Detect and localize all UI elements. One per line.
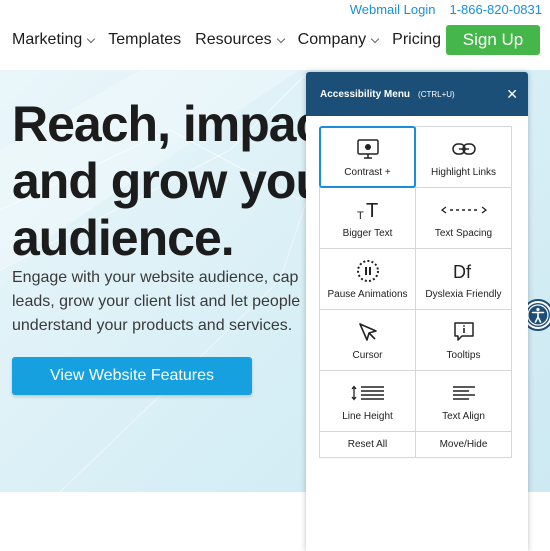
tile-pause-animations[interactable]: Pause Animations (319, 248, 416, 310)
main-nav: Marketing Templates Resources Company Pr… (12, 25, 545, 55)
cursor-icon (358, 322, 377, 341)
hero-headline: Reach, impac and grow you audience. (12, 96, 326, 267)
pause-icon (356, 259, 379, 282)
webmail-login-link[interactable]: Webmail Login (350, 2, 436, 17)
close-icon[interactable]: ✕ (506, 86, 518, 103)
tile-label: Text Align (442, 410, 485, 422)
accessibility-options-grid: Contrast + Highlight Links TT Bigger Tex… (319, 126, 512, 458)
accessibility-panel: Accessibility Menu (CTRL+U) ✕ Contrast +… (306, 72, 528, 551)
hero-subcopy: Engage with your website audience, cap l… (12, 266, 352, 338)
move-hide-button[interactable]: Move/Hide (415, 431, 512, 458)
text-spacing-icon (440, 205, 487, 214)
svg-text:T: T (366, 200, 378, 221)
tile-tooltips[interactable]: Tooltips (415, 309, 512, 371)
tile-label: Cursor (352, 349, 383, 361)
panel-title: Accessibility Menu (320, 88, 411, 100)
tile-text-spacing[interactable]: Text Spacing (415, 187, 512, 249)
nav-item-marketing[interactable]: Marketing (12, 31, 96, 49)
tile-label: Text Spacing (434, 227, 493, 239)
nav-label: Company (297, 31, 367, 48)
accessibility-panel-header: Accessibility Menu (CTRL+U) ✕ (306, 72, 528, 116)
tile-label: Tooltips (446, 349, 481, 361)
tile-bigger-text[interactable]: TT Bigger Text (319, 187, 416, 249)
svg-text:T: T (357, 210, 364, 221)
tile-label: Line Height (342, 410, 393, 422)
text-size-icon: TT (357, 200, 378, 221)
panel-shortcut: (CTRL+U) (418, 89, 455, 99)
link-icon (451, 142, 476, 155)
nav-item-company[interactable]: Company (297, 31, 380, 49)
nav-label: Marketing (12, 31, 83, 48)
headline-line: and grow you (12, 153, 326, 209)
tile-dyslexia-friendly[interactable]: Df Dyslexia Friendly (415, 248, 512, 310)
svg-text:Df: Df (453, 262, 472, 282)
headline-line: Reach, impac (12, 96, 323, 152)
tile-cursor[interactable]: Cursor (319, 309, 416, 371)
subcopy-line: leads, grow your client list and let peo… (12, 293, 301, 310)
tile-highlight-links[interactable]: Highlight Links (415, 126, 512, 188)
tile-label: Highlight Links (430, 166, 497, 178)
monitor-icon (356, 138, 379, 159)
subcopy-line: understand your products and services. (12, 317, 293, 334)
chevron-down-icon (370, 34, 380, 43)
utility-links: Webmail Login 1-866-820-0831 (350, 2, 542, 17)
tile-line-height[interactable]: Line Height (319, 370, 416, 432)
view-website-features-button[interactable]: View Website Features (12, 357, 252, 395)
tile-contrast[interactable]: Contrast + (319, 126, 416, 188)
nav-item-resources[interactable]: Resources (195, 31, 285, 49)
reset-all-button[interactable]: Reset All (319, 431, 416, 458)
dyslexia-icon: Df (453, 262, 472, 282)
nav-item-templates[interactable]: Templates (108, 31, 181, 49)
tooltip-icon (453, 321, 474, 341)
tile-label: Pause Animations (327, 288, 408, 300)
tile-label: Bigger Text (342, 227, 393, 239)
nav-item-pricing[interactable]: Pricing (392, 31, 441, 49)
tile-text-align[interactable]: Text Align (415, 370, 512, 432)
accessibility-person-icon (526, 303, 550, 327)
tile-label: Dyslexia Friendly (425, 288, 502, 300)
phone-link[interactable]: 1-866-820-0831 (449, 2, 542, 17)
nav-label: Pricing (392, 31, 442, 48)
subcopy-line: Engage with your website audience, cap (12, 269, 299, 286)
line-height-icon (350, 384, 384, 401)
chevron-down-icon (276, 34, 285, 43)
nav-label: Resources (195, 31, 272, 48)
chevron-down-icon (87, 34, 96, 43)
text-align-icon (452, 385, 475, 400)
sign-up-button[interactable]: Sign Up (446, 25, 540, 55)
headline-line: audience. (12, 210, 235, 266)
nav-label: Templates (108, 31, 182, 48)
tile-label: Contrast + (344, 166, 391, 178)
